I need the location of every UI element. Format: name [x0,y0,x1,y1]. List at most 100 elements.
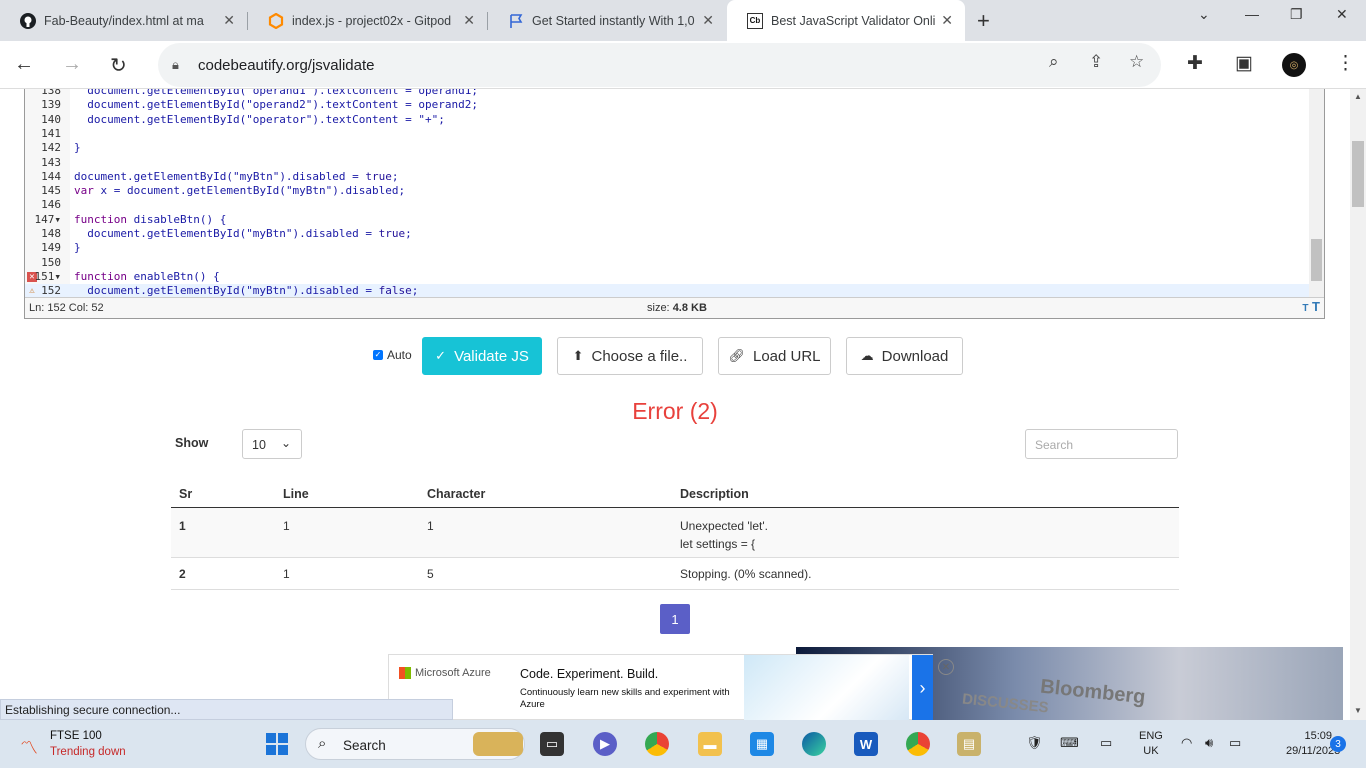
page-scrollbar[interactable]: ▲ ▼ [1350,89,1366,720]
font-size-icon[interactable]: T T [1302,299,1320,314]
code-line[interactable]: 142} [25,141,1309,155]
codebeautify-icon: Cb [747,12,763,29]
code-editor[interactable]: 138 document.getElementById("operand1").… [24,89,1325,319]
checkbox-checked-icon[interactable]: ✓ [373,350,383,360]
battery-icon[interactable]: ▭ [1229,735,1241,751]
code-line[interactable]: 146 [25,198,1309,212]
address-bar[interactable]: 🔒︎ codebeautify.org/jsvalidate [158,43,1161,87]
column-header-sr[interactable]: Sr [179,477,192,507]
code-text[interactable]: var x = document.getElementById("myBtn")… [74,184,405,198]
code-text[interactable]: function disableBtn() { [74,213,226,227]
scroll-up-icon[interactable]: ▲ [1354,92,1362,101]
choose-file-button[interactable]: ⬆ Choose a file.. [557,337,703,375]
table-search-input[interactable]: Search [1025,429,1178,459]
scroll-down-icon[interactable]: ▼ [1354,706,1362,715]
column-header-line[interactable]: Line [283,477,309,507]
code-line[interactable]: 147▾ function disableBtn() { [25,213,1309,227]
task-view-icon[interactable]: ▭ [540,732,564,756]
page-scroll-thumb[interactable] [1352,141,1364,207]
teams-chat-icon[interactable]: ▶ [593,732,617,756]
download-button[interactable]: ☁ Download [846,337,963,375]
tab-gitpod[interactable]: index.js - project02x - Gitpod ✕ [248,0,487,41]
code-lines[interactable]: 138 document.getElementById("operand1").… [25,89,1309,297]
auto-validate-toggle[interactable]: ✓ Auto [373,348,412,362]
share-icon[interactable]: ⇪ [1089,52,1103,72]
code-line[interactable]: 144 document.getElementById("myBtn").disa… [25,170,1309,184]
volume-icon[interactable]: 🔊︎ [1205,735,1213,751]
ad-chevron-right-icon[interactable]: › [912,655,933,720]
language-indicator[interactable]: ENG UK [1139,729,1163,759]
azure-ad-banner[interactable]: Microsoft Azure Code. Experiment. Build.… [388,654,933,720]
code-text[interactable]: document.getElementById("operand1").text… [74,89,478,98]
back-arrow-icon[interactable]: ← [14,53,34,76]
code-text[interactable]: document.getElementById("myBtn").disable… [74,284,418,297]
system-clock[interactable]: 15:09 29/11/2023 [1286,729,1340,759]
code-line[interactable]: 140 document.getElementById("operator").… [25,113,1309,127]
microsoft-store-icon[interactable]: ▦ [750,732,774,756]
code-line[interactable]: 150 [25,256,1309,270]
chrome-profile-icon[interactable] [906,732,930,756]
close-icon[interactable]: ✕ [463,12,475,29]
tab-title: index.js - project02x - Gitpod [292,13,452,28]
editor-scroll-thumb[interactable] [1311,239,1322,281]
editor-scrollbar[interactable] [1309,89,1324,297]
restore-button[interactable]: ❐ [1290,6,1303,23]
bookmark-star-icon[interactable]: ☆ [1129,52,1144,72]
archive-app-icon[interactable]: ▤ [957,732,981,756]
page-size-select[interactable]: 10 ⌄ [242,429,302,459]
validate-js-button[interactable]: ✓ Validate JS [422,337,542,375]
new-tab-button[interactable]: + [977,8,990,34]
close-icon[interactable]: ✕ [223,12,235,29]
code-line[interactable]: ✕ 151▾ function enableBtn() { [25,270,1309,284]
file-explorer-icon[interactable]: ▬ [698,732,722,756]
word-icon[interactable]: W [854,732,878,756]
menu-kebab-icon[interactable]: ⋮ [1336,52,1355,75]
security-shield-icon[interactable]: 🛡︎ [1026,735,1043,751]
code-text[interactable]: document.getElementById("myBtn").disable… [74,227,412,241]
side-panel-icon[interactable]: ▣ [1235,52,1253,75]
code-line[interactable]: 148 document.getElementById("myBtn").dis… [25,227,1309,241]
forward-arrow-icon[interactable]: → [62,53,82,76]
extensions-puzzle-icon[interactable]: ✚ [1187,52,1203,75]
code-line[interactable]: 138 document.getElementById("operand1").… [25,89,1309,98]
code-text[interactable]: document.getElementById("operand2").text… [74,98,478,112]
close-window-button[interactable]: ✕ [1336,6,1348,23]
keyboard-icon[interactable]: ⌨ [1060,735,1079,751]
profile-avatar[interactable]: ◎ [1282,53,1306,77]
tab-search-icon[interactable]: ⌄ [1198,6,1210,23]
tab-js-validator[interactable]: Cb Best JavaScript Validator Onli ✕ [727,0,965,41]
notification-badge[interactable]: 3 [1330,736,1346,752]
load-url-button[interactable]: 🔗︎ Load URL [718,337,831,375]
code-line[interactable]: 141 [25,127,1309,141]
url-text[interactable]: codebeautify.org/jsvalidate [198,57,375,74]
code-text[interactable]: document.getElementById("myBtn").disable… [74,170,399,184]
close-icon[interactable]: ✕ [702,12,714,29]
code-text[interactable]: } [74,141,81,155]
close-icon[interactable]: ✕ [941,12,953,29]
code-line[interactable]: 149} [25,241,1309,255]
code-line[interactable]: 139 document.getElementById("operand2").… [25,98,1309,112]
pagination-page-1[interactable]: 1 [660,604,690,634]
code-line[interactable]: 143 [25,156,1309,170]
zoom-search-icon[interactable]: ⌕ [1049,52,1059,72]
windows-start-icon[interactable] [266,733,288,755]
column-header-description[interactable]: Description [680,477,749,507]
code-line[interactable]: 145 var x = document.getElementById("myBt… [25,184,1309,198]
lock-icon[interactable]: 🔒︎ [172,57,186,73]
reload-icon[interactable]: ↻ [110,53,127,78]
edge-icon[interactable] [802,732,826,756]
tab-get-started[interactable]: Get Started instantly With 1,0 ✕ [488,0,726,41]
code-text[interactable]: function enableBtn() { [74,270,220,284]
display-icon[interactable]: ▭ [1100,735,1112,751]
code-text[interactable]: } [74,241,81,255]
ad-close-icon[interactable]: ✕ [938,659,954,675]
tab-fab-beauty[interactable]: Fab-Beauty/index.html at ma ✕ [0,0,247,41]
chrome-icon[interactable] [645,732,669,756]
column-header-character[interactable]: Character [427,477,485,507]
news-subtitle: Trending down [50,746,126,758]
link-icon: 🔗︎ [728,348,745,363]
minimize-button[interactable]: — [1245,6,1259,22]
code-text[interactable]: document.getElementById("operator").text… [74,113,445,127]
wifi-icon[interactable]: ◠ [1181,735,1192,751]
code-line[interactable]: ⚠ 152 document.getElementById("myBtn").di… [25,284,1309,297]
